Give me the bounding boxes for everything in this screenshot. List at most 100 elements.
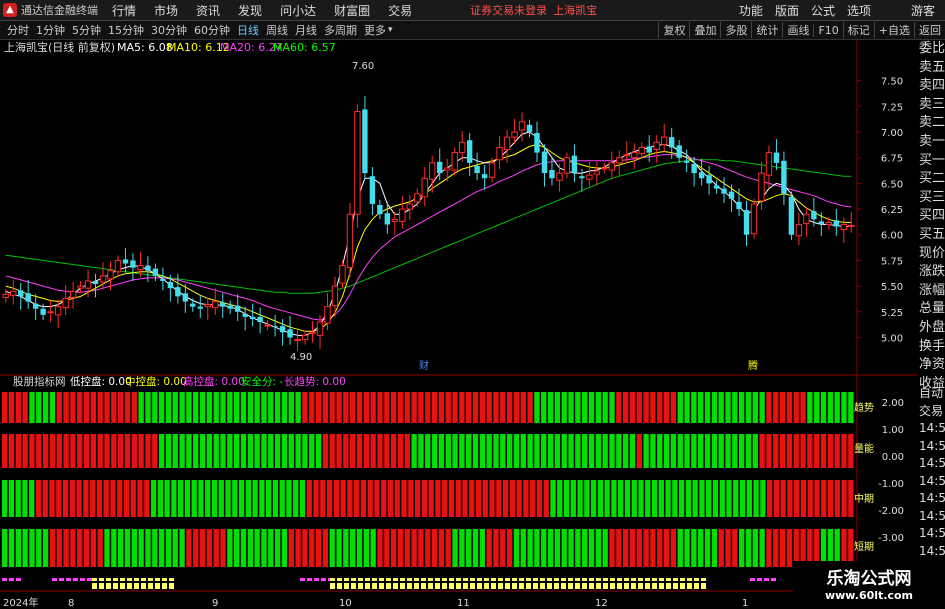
signal-dash [561, 578, 566, 581]
signal-block [603, 583, 608, 589]
indicator-bar [220, 434, 226, 468]
indicator-bar [29, 529, 35, 567]
indicator-bar [111, 434, 117, 468]
signal-dash [314, 578, 319, 581]
indicator-bar [530, 480, 536, 517]
period-1min[interactable]: 1分钟 [36, 22, 65, 38]
menu-discover[interactable]: 发现 [238, 2, 262, 19]
quote-field-16: 换手 [919, 338, 945, 354]
indicator-bar [144, 480, 150, 517]
indicator-bar [329, 434, 335, 468]
indicator-bar [455, 480, 461, 517]
button-stats[interactable]: 统计 [751, 22, 782, 38]
candle-body-up [765, 152, 773, 176]
indicator-bar [42, 392, 49, 423]
menu-quotes[interactable]: 行情 [112, 2, 136, 19]
menu-news[interactable]: 资讯 [196, 2, 220, 19]
signal-dash [589, 578, 594, 581]
candle-body-up [264, 324, 271, 327]
candle-body-down [40, 308, 46, 315]
indicator-bar [745, 434, 752, 468]
period-daily[interactable]: 日线 [237, 22, 259, 38]
period-weekly[interactable]: 周线 [266, 22, 288, 38]
button-mark[interactable]: 标记 [842, 22, 874, 38]
indicator-bar [848, 392, 854, 423]
indicator-bar [56, 392, 62, 423]
indicator-bar [322, 434, 329, 468]
period-tick[interactable]: 分时 [7, 22, 29, 38]
indicator-bar [684, 392, 690, 423]
menu-options[interactable]: 选项 [847, 2, 871, 19]
indicator-bar [834, 434, 840, 468]
indicator-bar [397, 392, 404, 423]
menu-layout[interactable]: 版面 [775, 2, 799, 19]
indicator-bar [360, 480, 367, 517]
button-back[interactable]: 返回 [914, 22, 945, 38]
indicator-bar [138, 434, 144, 468]
menu-market[interactable]: 市场 [154, 2, 178, 19]
indicator-bar [814, 392, 820, 423]
button-add-watchlist[interactable]: +自选 [873, 22, 914, 38]
indicator-bar [193, 434, 199, 468]
candle-body-up [212, 301, 219, 309]
indicator-bar [780, 480, 786, 517]
candle-body-up [631, 152, 638, 159]
signal-block [701, 583, 706, 589]
login-warning[interactable]: 证券交易未登录 [470, 2, 547, 18]
trade-field-1: 交易 [919, 403, 944, 418]
indicator-bar [414, 480, 421, 517]
menu-function[interactable]: 功能 [739, 2, 763, 19]
indicator-bar [206, 392, 213, 423]
indicator-bar [240, 434, 247, 468]
indicator-bar [179, 392, 185, 423]
indicator-bar [462, 480, 468, 517]
indicator-name[interactable]: 股朋指标网 [13, 375, 66, 388]
menu-formula[interactable]: 公式 [811, 2, 835, 19]
button-draw[interactable]: 画线 [782, 22, 813, 38]
period-5min[interactable]: 5分钟 [72, 22, 101, 38]
period-30min[interactable]: 30分钟 [151, 22, 187, 38]
signal-dash [505, 578, 510, 581]
indicator-bar [516, 480, 522, 517]
indicator-bar [554, 434, 561, 468]
indicator-bar [609, 434, 615, 468]
menu-trade[interactable]: 交易 [388, 2, 412, 19]
candle-body-down [437, 161, 443, 174]
period-more[interactable]: 更多 [364, 22, 386, 38]
price-tick-label: 6.75 [881, 154, 903, 165]
button-multi-stock[interactable]: 多股 [720, 22, 751, 38]
indicator-safety: 安全分: - [241, 375, 283, 388]
candle-body-up [399, 208, 406, 222]
indicator-bar [534, 434, 540, 468]
indicator-bar [636, 434, 642, 468]
indicator-bar [753, 480, 759, 517]
period-15min[interactable]: 15分钟 [108, 22, 144, 38]
signal-dash [407, 578, 412, 581]
button-overlay[interactable]: 叠加 [689, 22, 720, 38]
main-chart-area[interactable]: 上海凯宝(日线 前复权) MA5: 6.08 MA10: 6.12 MA20: … [0, 40, 918, 609]
period-60min[interactable]: 60分钟 [194, 22, 230, 38]
indicator-bar [199, 434, 206, 468]
button-adjust[interactable]: 复权 [658, 22, 689, 38]
indicator-bar [259, 480, 265, 517]
menu-ask[interactable]: 问小达 [280, 2, 316, 19]
indicator-bar [563, 480, 570, 517]
indicator-bar [752, 529, 758, 567]
chevron-down-icon[interactable]: ▾ [388, 25, 393, 35]
indicator-bar [90, 529, 97, 567]
signal-dash [106, 578, 111, 581]
event-mark-finance[interactable]: 财 [419, 359, 429, 372]
menu-wealth-circle[interactable]: 财富圈 [334, 2, 370, 19]
signal-dash [498, 578, 503, 581]
indicator-bar [179, 434, 185, 468]
button-f10[interactable]: F10 [813, 23, 842, 37]
indicator-bar [22, 480, 28, 517]
signal-block [694, 583, 699, 589]
indicator-bar [131, 529, 137, 567]
guest-label[interactable]: 游客 [911, 2, 935, 19]
indicator-bar [766, 480, 773, 517]
period-multi[interactable]: 多周期 [324, 22, 357, 38]
indicator-bar [377, 434, 383, 468]
period-monthly[interactable]: 月线 [295, 22, 317, 38]
event-mark-teng[interactable]: 腾 [748, 359, 758, 372]
